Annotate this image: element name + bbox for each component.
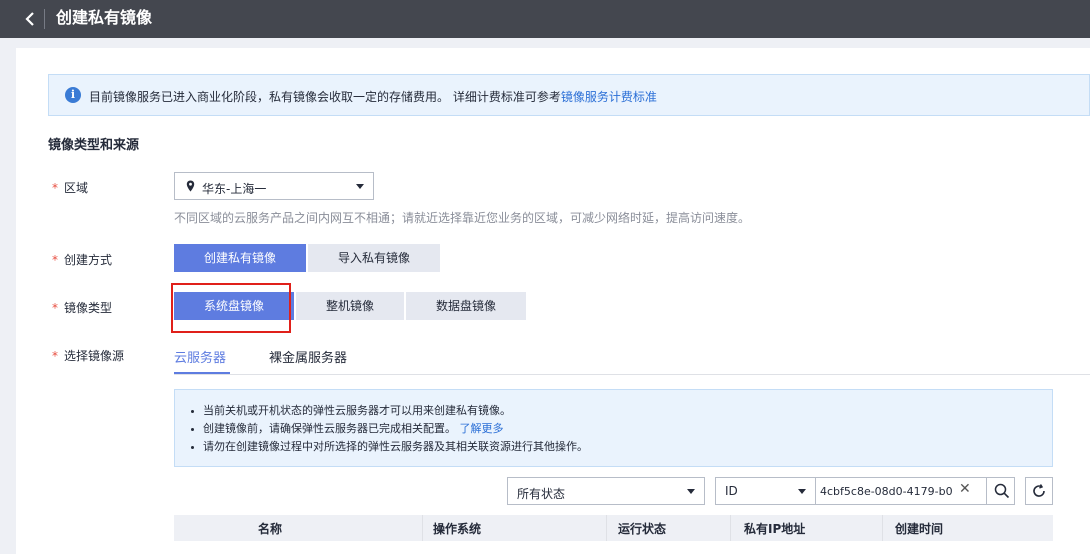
tips-list: 当前关机或开机状态的弹性云服务器才可以用来创建私有镜像。 创建镜像前，请确保弹性… (191, 402, 588, 456)
region-select[interactable]: 华东-上海一 (174, 172, 374, 200)
location-pin-icon (186, 180, 195, 192)
status-filter-select[interactable]: 所有状态 (507, 477, 705, 505)
notice-message: 目前镜像服务已进入商业化阶段，私有镜像会收取一定的存储费用。 详细计费标准可参考 (89, 90, 561, 104)
image-type-label-text: 镜像类型 (64, 301, 113, 315)
status-filter-value: 所有状态 (517, 487, 566, 501)
required-mark: * (52, 181, 58, 195)
search-button[interactable] (986, 478, 1015, 504)
required-mark: * (52, 349, 58, 363)
region-hint: 不同区域的云服务产品之间内网互不相通；请就近选择靠近您业务的区域，可减少网络时延… (174, 211, 751, 225)
tip-item: 当前关机或开机状态的弹性云服务器才可以用来创建私有镜像。 (191, 402, 588, 420)
column-divider (422, 515, 423, 541)
tab-bms[interactable]: 裸金属服务器 (269, 347, 347, 366)
tip-text: 创建镜像前，请确保弹性云服务器已完成相关配置。 (203, 422, 456, 435)
column-divider (882, 515, 883, 541)
chevron-down-icon (798, 489, 806, 494)
refresh-button[interactable] (1025, 477, 1053, 505)
top-bar: 创建私有镜像 (0, 0, 1090, 38)
region-label: * 区域 (52, 179, 88, 196)
create-private-image-button[interactable]: 创建私有镜像 (174, 244, 306, 272)
column-header-name: 名称 (258, 522, 283, 536)
refresh-icon (1033, 484, 1045, 497)
tab-ecs[interactable]: 云服务器 (174, 347, 226, 366)
full-ecs-image-button[interactable]: 整机镜像 (296, 292, 404, 320)
chevron-down-icon (687, 489, 695, 494)
image-source-label: * 选择镜像源 (52, 347, 124, 364)
create-method-label: * 创建方式 (52, 251, 112, 268)
active-tab-indicator (174, 372, 230, 374)
create-method-label-text: 创建方式 (64, 253, 113, 267)
region-value: 华东-上海一 (202, 182, 267, 196)
search-field-value: ID (725, 484, 738, 498)
tip-item: 创建镜像前，请确保弹性云服务器已完成相关配置。 了解更多 (191, 420, 588, 438)
tip-text: 当前关机或开机状态的弹性云服务器才可以用来创建私有镜像。 (203, 404, 511, 417)
column-header-created: 创建时间 (895, 522, 944, 536)
tips-panel: 当前关机或开机状态的弹性云服务器才可以用来创建私有镜像。 创建镜像前，请确保弹性… (174, 389, 1053, 467)
column-header-private-ip: 私有IP地址 (744, 522, 806, 536)
data-disk-image-button[interactable]: 数据盘镜像 (406, 292, 526, 320)
tip-item: 请勿在创建镜像过程中对所选择的弹性云服务器及其相关联资源进行其他操作。 (191, 438, 588, 456)
tip-text: 请勿在创建镜像过程中对所选择的弹性云服务器及其相关联资源进行其他操作。 (203, 440, 588, 453)
region-label-text: 区域 (64, 181, 89, 195)
tab-divider (174, 374, 1090, 375)
column-divider (606, 515, 607, 541)
chevron-down-icon (356, 184, 364, 189)
billing-standard-link[interactable]: 镜像服务计费标准 (561, 90, 657, 104)
column-header-os: 操作系统 (433, 522, 482, 536)
search-icon (994, 483, 1010, 499)
column-divider (730, 515, 731, 541)
clear-icon[interactable]: ✕ (959, 481, 971, 497)
table-header: 名称 操作系统 运行状态 私有IP地址 创建时间 (174, 515, 1053, 541)
search-box: ID ✕ (715, 477, 1015, 505)
back-button[interactable] (18, 8, 42, 30)
system-disk-image-button[interactable]: 系统盘镜像 (174, 292, 294, 320)
image-source-label-text: 选择镜像源 (64, 349, 125, 363)
info-icon: i (65, 87, 81, 103)
import-private-image-button[interactable]: 导入私有镜像 (308, 244, 440, 272)
chevron-left-icon (25, 12, 34, 26)
learn-more-link[interactable]: 了解更多 (460, 422, 504, 435)
search-field-select[interactable]: ID (716, 478, 816, 504)
column-header-status: 运行状态 (618, 522, 667, 536)
notice-text: 目前镜像服务已进入商业化阶段，私有镜像会收取一定的存储费用。 详细计费标准可参考… (89, 88, 657, 105)
section-title: 镜像类型和来源 (48, 138, 140, 153)
header-divider (44, 9, 45, 29)
search-input[interactable] (820, 482, 956, 500)
required-mark: * (52, 253, 58, 267)
required-mark: * (52, 301, 58, 315)
page-title: 创建私有镜像 (56, 8, 153, 27)
billing-notice: i 目前镜像服务已进入商业化阶段，私有镜像会收取一定的存储费用。 详细计费标准可… (48, 74, 1090, 116)
image-type-label: * 镜像类型 (52, 299, 112, 316)
